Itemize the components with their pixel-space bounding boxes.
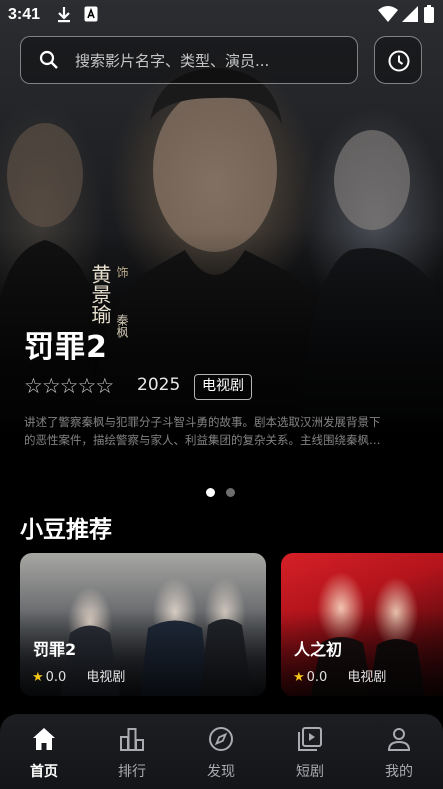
card-type: 电视剧 [86, 670, 126, 685]
clock-icon [388, 50, 410, 72]
history-button[interactable] [374, 36, 422, 84]
nav-label: 短剧 [296, 764, 324, 780]
wifi-icon [378, 6, 398, 22]
hero-description-line: 讲述了警察秦枫与犯罪分子斗智斗勇的故事。剧本选取汉洲发展背景下 [24, 415, 381, 429]
star-icon: ★ [32, 670, 44, 685]
star-empty-icon: ☆ [24, 374, 43, 398]
star-icon: ★ [293, 670, 305, 685]
recommend-card[interactable]: 罚罪2 ★ 0.0 电视剧 [20, 553, 266, 696]
star-empty-icon: ☆ [41, 374, 61, 398]
search-input[interactable] [73, 48, 347, 74]
nav-label: 首页 [30, 764, 58, 780]
bottom-navigation: 首页 排行 发现 短剧 我的 [0, 714, 443, 789]
search-bar[interactable] [20, 36, 358, 84]
card-meta: ★ 0.0 电视剧 [293, 666, 386, 685]
star-empty-icon: ☆ [95, 374, 114, 398]
nav-label: 排行 [118, 764, 146, 780]
home-icon [33, 728, 55, 750]
download-icon [58, 7, 70, 23]
status-bar: 3:41 [0, 0, 443, 30]
card-title: 人之初 [294, 640, 343, 659]
nav-item-short-drama[interactable]: 短剧 [266, 714, 354, 789]
card-title: 罚罪2 [33, 640, 77, 659]
app-notification-icon [84, 6, 98, 22]
nav-item-home[interactable]: 首页 [0, 714, 88, 789]
card-meta: ★ 0.0 电视剧 [32, 666, 125, 685]
video-library-icon [298, 727, 322, 751]
compass-icon [209, 727, 233, 751]
recommend-card[interactable]: 人之初 ★ 0.0 电视剧 [281, 553, 443, 696]
nav-label: 发现 [207, 764, 235, 780]
bar-chart-icon [120, 728, 144, 751]
battery-icon [424, 5, 434, 23]
poster-actor-name: 黄景瑜 [88, 264, 112, 324]
person-icon [387, 728, 411, 751]
star-empty-icon: ☆ [59, 374, 79, 398]
search-icon [39, 50, 58, 69]
nav-item-mine[interactable]: 我的 [355, 714, 443, 789]
carousel-dot[interactable] [226, 488, 235, 497]
status-time: 3:41 [8, 6, 41, 23]
hero-description: 讲述了警察秦枫与犯罪分子斗智斗勇的故事。剧本选取汉洲发展背景下 的恶性案件，描绘… [24, 413, 420, 449]
hero-type-tag: 电视剧 [194, 374, 252, 400]
nav-item-discover[interactable]: 发现 [177, 714, 265, 789]
star-rating: ☆☆☆☆☆ [24, 374, 114, 398]
card-type: 电视剧 [347, 670, 387, 685]
hero-description-line: 的恶性案件，描绘警察与家人、利益集团的复杂关系。主线围绕秦枫… [24, 433, 381, 447]
nav-label: 我的 [385, 764, 413, 780]
poster-role-name: 秦枫 [115, 314, 129, 338]
carousel-dot-active[interactable] [206, 488, 215, 497]
star-empty-icon: ☆ [77, 374, 96, 398]
card-score: 0.0 [45, 670, 67, 685]
section-title-recommend: 小豆推荐 [20, 517, 112, 543]
poster-role-suffix: 饰 [115, 266, 129, 278]
signal-icon [402, 6, 418, 22]
card-score: 0.0 [306, 670, 328, 685]
hero-title: 罚罪2 [24, 330, 108, 365]
hero-year: 2025 [137, 375, 181, 395]
nav-item-ranking[interactable]: 排行 [88, 714, 176, 789]
